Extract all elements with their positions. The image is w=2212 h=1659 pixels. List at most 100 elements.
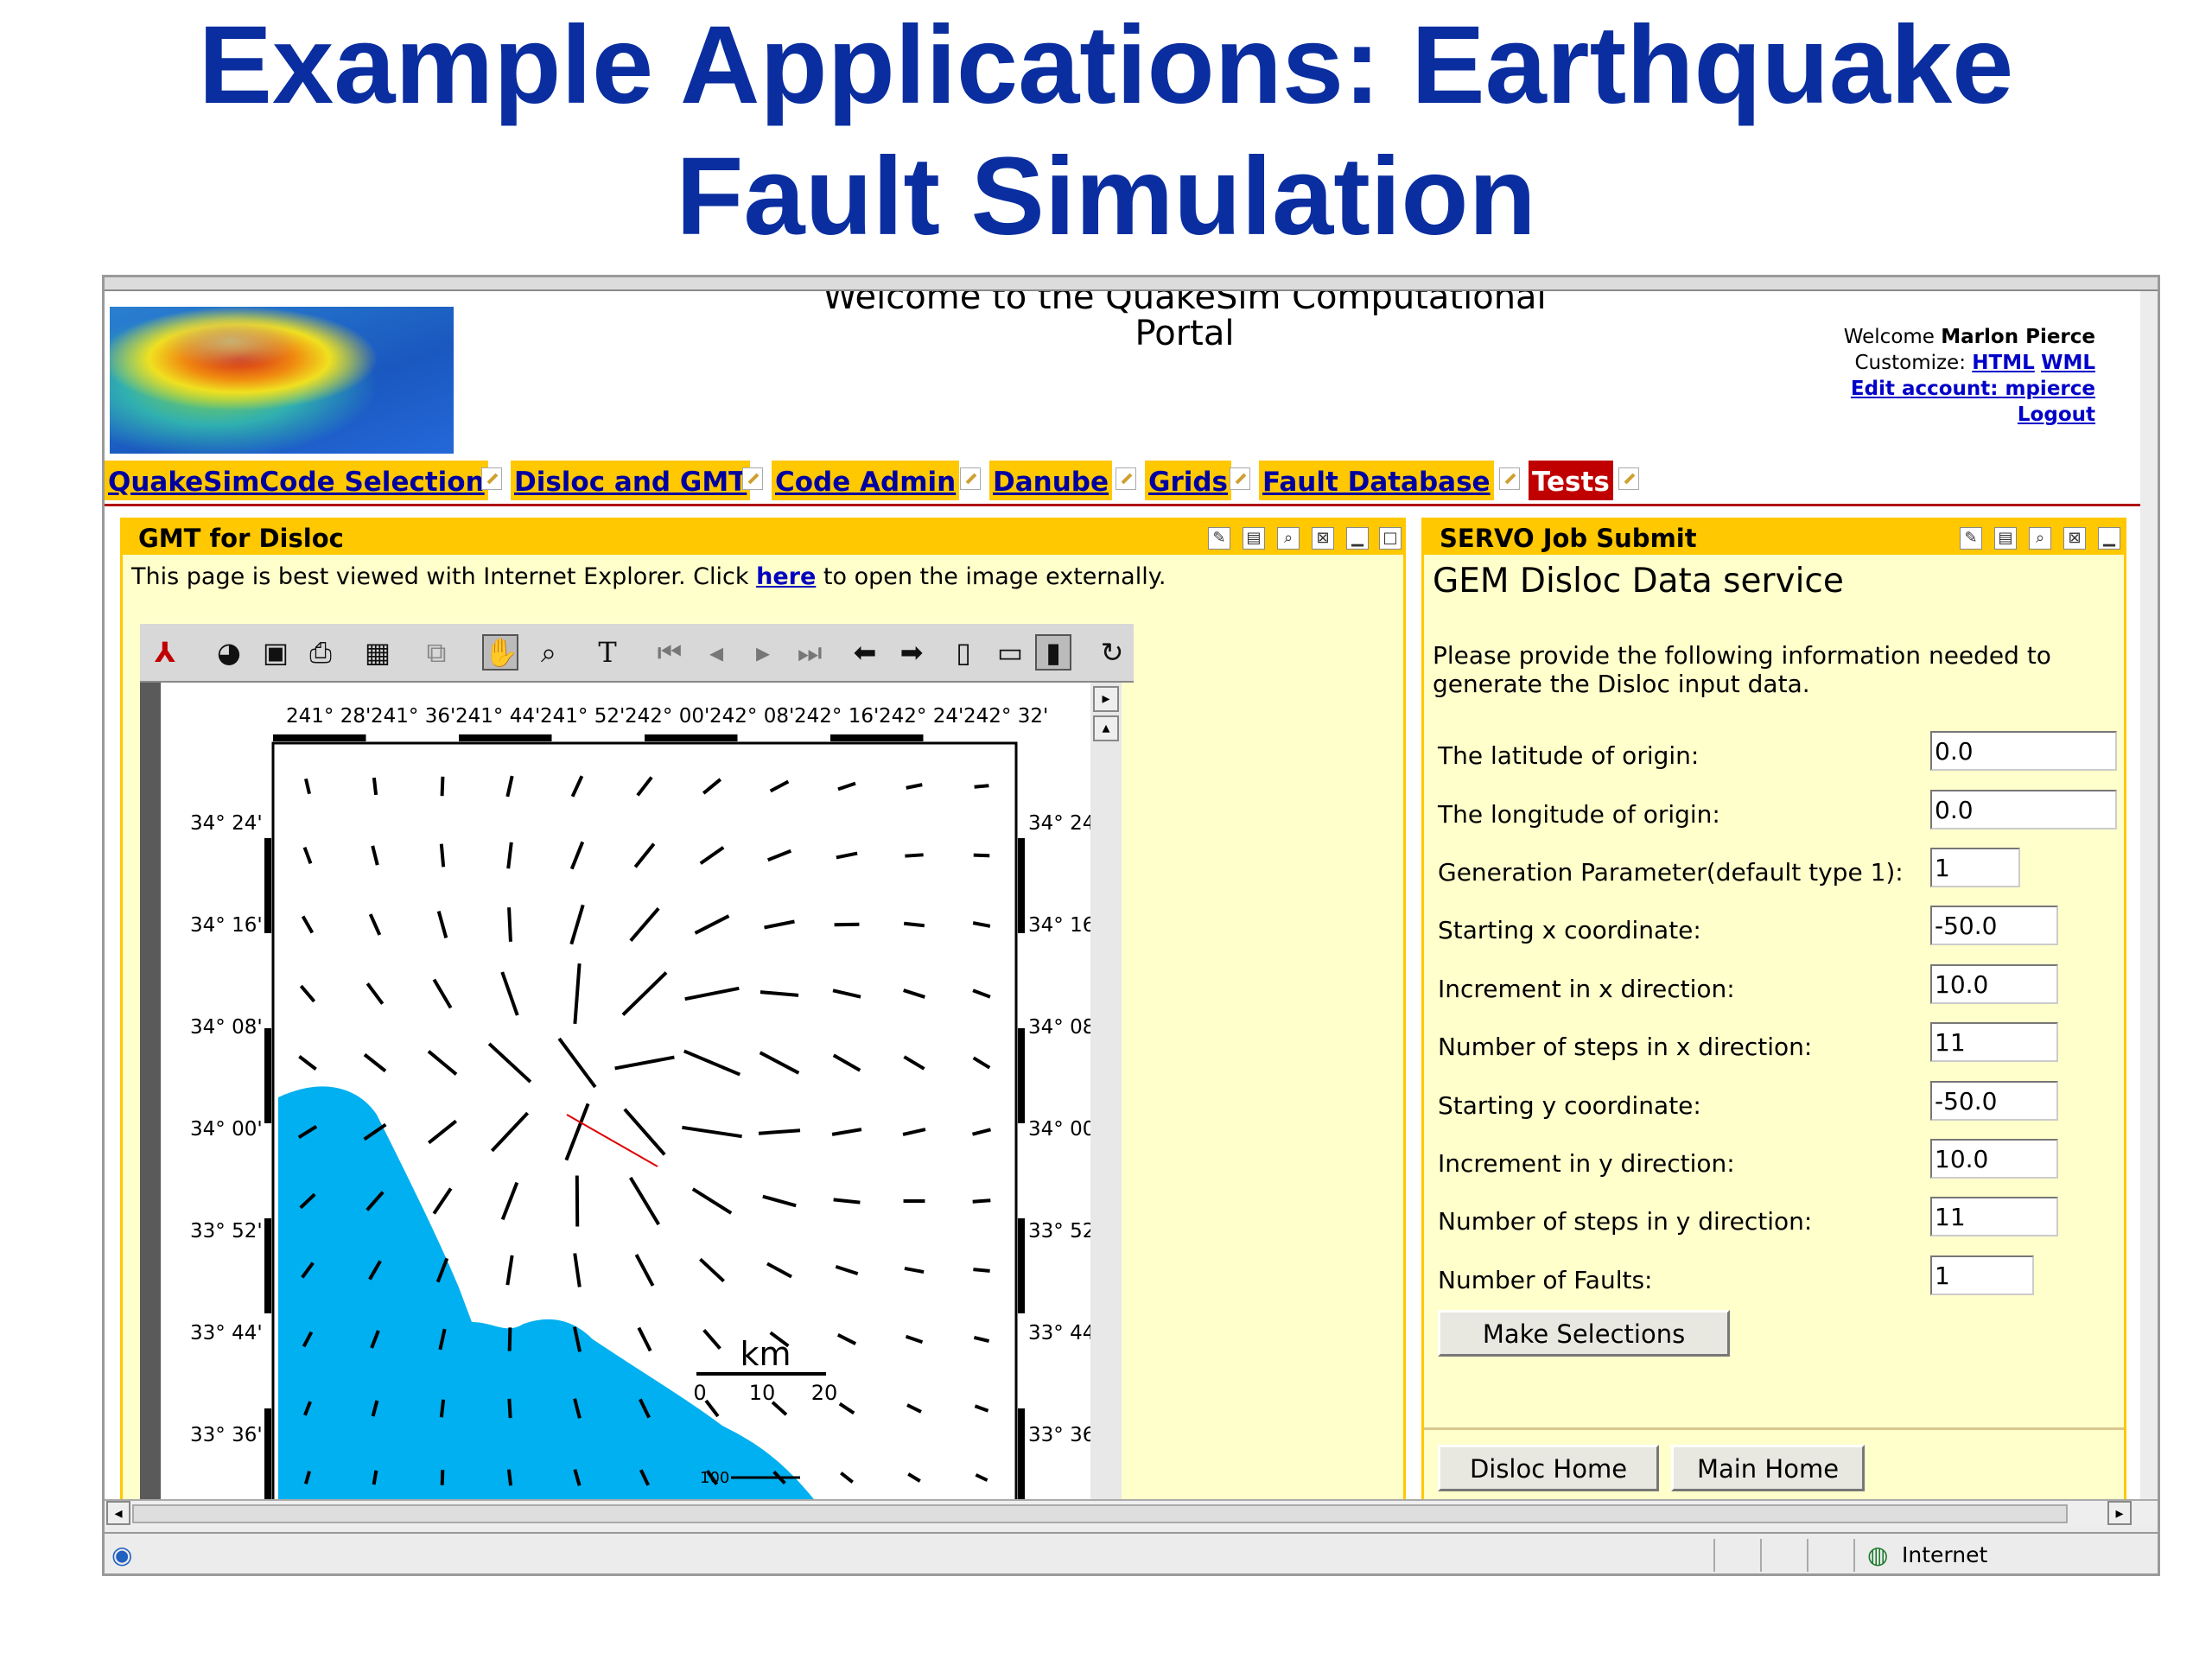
printer-icon[interactable]: ⎙ bbox=[302, 634, 339, 671]
displacement-vector bbox=[372, 1470, 378, 1485]
acrobat-icon[interactable]: ⅄ bbox=[147, 634, 183, 671]
minimize-icon[interactable]: ▁ bbox=[1346, 527, 1369, 550]
customize-wml-link[interactable]: WML bbox=[2041, 352, 2095, 374]
increment-y-input[interactable] bbox=[1930, 1139, 2058, 1179]
make-selections-button[interactable]: Make Selections bbox=[1438, 1310, 1730, 1357]
generation-parameter-input[interactable] bbox=[1930, 848, 2020, 887]
rotate-icon[interactable]: ↻ bbox=[1094, 634, 1130, 671]
frame-tick bbox=[264, 1408, 271, 1501]
latitude-input[interactable] bbox=[1930, 731, 2117, 771]
portal-banner-map-image bbox=[110, 307, 454, 454]
edit-icon[interactable] bbox=[742, 467, 763, 490]
panel-header: GMT for Disloc ✎ ▤ ⌕ ⊠ ▁ □ bbox=[123, 520, 1403, 555]
edit-icon[interactable] bbox=[1499, 467, 1520, 490]
frame-tick bbox=[264, 838, 271, 933]
scroll-left-icon[interactable]: ◂ bbox=[106, 1501, 130, 1525]
deformation-map: km 0 10 20 100 241° 28' 241° 36' 241° 44' 241°… bbox=[161, 683, 1090, 1501]
maximize-icon[interactable]: □ bbox=[1379, 527, 1402, 550]
disloc-home-button[interactable]: Disloc Home bbox=[1438, 1445, 1659, 1491]
internet-zone-globe-icon: ◍ bbox=[1867, 1541, 1889, 1569]
generation-parameter-label: Generation Parameter(default type 1): bbox=[1438, 858, 1904, 887]
top-longitude-label: 242° 00' bbox=[625, 705, 709, 728]
scale-tick-label: 20 bbox=[811, 1381, 838, 1405]
left-latitude-label: 34° 00' bbox=[190, 1118, 263, 1141]
page-right-icon[interactable]: ▸ bbox=[1093, 686, 1119, 712]
start-y-input[interactable] bbox=[1930, 1081, 2058, 1121]
open-externally-link[interactable]: here bbox=[756, 563, 816, 590]
actual-size-icon[interactable]: ▯ bbox=[945, 634, 982, 671]
print-icon[interactable]: ▤ bbox=[1243, 527, 1265, 550]
tab-code-admin[interactable]: Code Admin bbox=[772, 461, 960, 500]
hand-tool-icon[interactable]: ✋ bbox=[482, 634, 518, 671]
customize-html-link[interactable]: HTML bbox=[1972, 352, 2034, 374]
zoom-icon[interactable]: ⌕ bbox=[1277, 527, 1300, 550]
top-longitude-label: 242° 24' bbox=[879, 705, 963, 728]
edit-icon[interactable] bbox=[481, 467, 502, 490]
top-longitude-label: 242° 32' bbox=[963, 705, 1048, 728]
gmt-for-disloc-panel: GMT for Disloc ✎ ▤ ⌕ ⊠ ▁ □ This page is … bbox=[120, 518, 1406, 1501]
close-icon[interactable]: ⊠ bbox=[1312, 527, 1334, 550]
longitude-input[interactable] bbox=[1930, 790, 2117, 830]
save-icon[interactable]: ▣ bbox=[257, 634, 294, 671]
top-longitude-label: 241° 52' bbox=[540, 705, 625, 728]
frame-tick bbox=[1018, 1408, 1025, 1501]
tab-fault-database[interactable]: Fault Database bbox=[1259, 461, 1494, 500]
tab-danube[interactable]: Danube bbox=[989, 461, 1113, 500]
print-icon[interactable]: ▤ bbox=[1994, 527, 2017, 550]
right-latitude-label: 34° 24' bbox=[1028, 812, 1090, 835]
page-horizontal-scroll-thumb[interactable] bbox=[132, 1504, 2068, 1523]
edit-icon[interactable] bbox=[1116, 467, 1136, 490]
scroll-up-icon[interactable]: ▴ bbox=[1093, 715, 1119, 741]
first-page-icon[interactable]: ⏮ bbox=[652, 634, 688, 671]
fit-width-icon[interactable]: ▮ bbox=[1035, 634, 1071, 671]
displacement-vector bbox=[974, 784, 989, 789]
edit-icon[interactable]: ✎ bbox=[1208, 527, 1230, 550]
scroll-right-icon[interactable]: ▸ bbox=[2107, 1501, 2132, 1525]
service-description: Please provide the following information… bbox=[1433, 641, 2051, 698]
frame-tick bbox=[830, 734, 924, 741]
go-back-icon[interactable]: ⬅ bbox=[847, 634, 883, 671]
next-page-icon[interactable]: ▸ bbox=[745, 634, 781, 671]
tab-tests[interactable]: Tests bbox=[1529, 461, 1613, 500]
minimize-icon[interactable]: ▁ bbox=[2098, 527, 2120, 550]
edit-icon[interactable] bbox=[960, 467, 981, 490]
panel-header: SERVO Job Submit ✎ ▤ ⌕ ⊠ ▁ bbox=[1424, 520, 2124, 555]
go-forward-icon[interactable]: ➡ bbox=[893, 634, 930, 671]
panel-title: SERVO Job Submit bbox=[1440, 524, 1697, 553]
globe-icon[interactable]: ◕ bbox=[211, 634, 247, 671]
panel-title: GMT for Disloc bbox=[138, 524, 344, 553]
edit-icon[interactable] bbox=[1618, 467, 1639, 490]
pages-icon[interactable]: ▦ bbox=[359, 634, 396, 671]
zoom-icon[interactable]: ⌕ bbox=[2029, 527, 2051, 550]
previous-page-icon[interactable]: ◂ bbox=[698, 634, 734, 671]
start-x-label: Starting x coordinate: bbox=[1438, 916, 1701, 944]
page-horizontal-scrollbar[interactable]: ◂ ▸ bbox=[105, 1499, 2158, 1527]
displacement-vector bbox=[507, 907, 512, 942]
edit-icon[interactable]: ✎ bbox=[1960, 527, 1982, 550]
edit-icon[interactable] bbox=[1230, 467, 1250, 490]
page-icon: ◉ bbox=[111, 1541, 133, 1569]
logout-link[interactable]: Logout bbox=[2018, 404, 2095, 426]
customize-label: Customize: bbox=[1854, 352, 1966, 374]
tab-quakesimcode-selection[interactable]: QuakeSimCode Selection bbox=[105, 461, 488, 500]
frame-tick bbox=[1018, 1028, 1025, 1123]
right-latitude-label: 33° 36' bbox=[1028, 1424, 1090, 1446]
steps-x-input[interactable] bbox=[1930, 1022, 2058, 1062]
tab-disloc-and-gmt[interactable]: Disloc and GMT bbox=[511, 461, 751, 500]
left-latitude-label: 33° 44' bbox=[190, 1322, 263, 1344]
start-x-input[interactable] bbox=[1930, 906, 2058, 945]
number-of-faults-input[interactable] bbox=[1930, 1255, 2034, 1295]
copy-icon[interactable]: ⧉ bbox=[418, 634, 454, 671]
close-icon[interactable]: ⊠ bbox=[2063, 527, 2086, 550]
zoom-tool-icon[interactable]: ⌕ bbox=[531, 634, 567, 671]
last-page-icon[interactable]: ⏭ bbox=[791, 634, 828, 671]
increment-x-input[interactable] bbox=[1930, 964, 2058, 1004]
main-home-button[interactable]: Main Home bbox=[1671, 1445, 1865, 1491]
viewer-scrollbar[interactable]: ▸ ▴ bbox=[1090, 683, 1122, 1501]
scale-unit-label: km bbox=[740, 1335, 791, 1373]
tab-grids[interactable]: Grids bbox=[1145, 461, 1232, 500]
steps-y-input[interactable] bbox=[1930, 1197, 2058, 1236]
fit-page-icon[interactable]: ▭ bbox=[992, 634, 1028, 671]
edit-account-link[interactable]: Edit account: mpierce bbox=[1851, 378, 2095, 400]
text-select-icon[interactable]: T bbox=[589, 634, 626, 671]
